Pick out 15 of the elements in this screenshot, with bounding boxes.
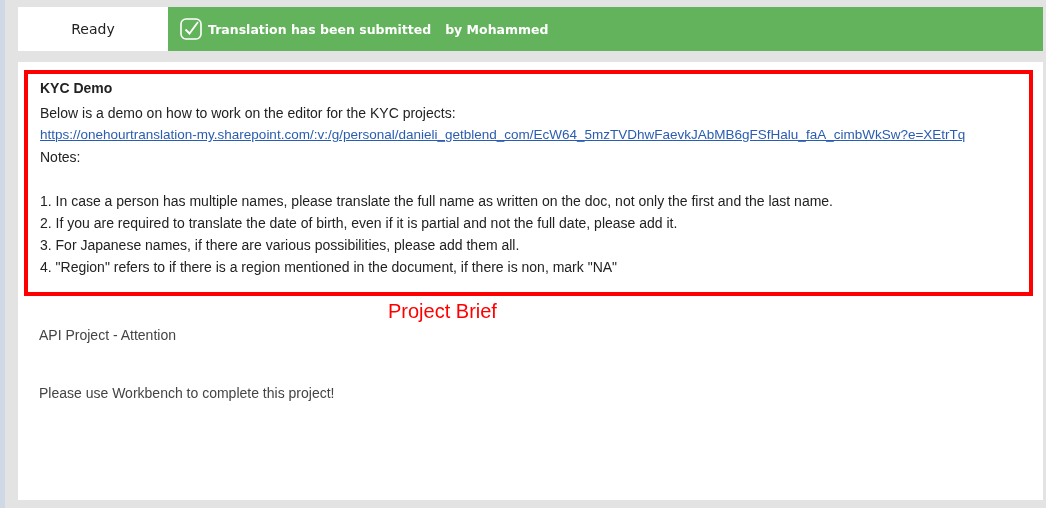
note-text: 1. In case a person has multiple names, please translate the full name as written on the doc, not only the first and the last name. <box>40 192 834 211</box>
brief-intro: Below is a demo on how to work on the editor for the KYC projects: <box>40 104 457 123</box>
project-instruction: Please use Workbench to complete this project! <box>39 385 336 401</box>
brief-title: KYC Demo <box>40 80 114 96</box>
note-text: 4. "Region" refers to if there is a region mentioned in the document, if there is non, mark "NA" <box>40 258 619 277</box>
note-text: 3. For Japanese names, if there are various possibilities, please add them all. <box>40 236 521 255</box>
project-heading: API Project - Attention <box>39 327 177 343</box>
demo-link[interactable]: https://onehourtranslation-my.sharepoint.com/:v:/g/personal/danieli_getblend_com/EcW64_5mzTVDhwFaevkJAbMB6gFSfHalu_faA_cimbWkSw?e=XEtrTq <box>40 124 1017 146</box>
note-text: 2. If you are required to translate the date of birth, even if it is partial and not the full date, please add it. <box>40 214 679 233</box>
banner-message: Translation has been submitted <box>208 21 432 37</box>
status-label: Ready <box>18 7 168 51</box>
checkbox-tick-icon <box>180 18 202 40</box>
notes-label: Notes: <box>40 148 82 167</box>
annotation-label: Project Brief <box>388 300 498 323</box>
banner-user: by Mohammed <box>445 21 549 37</box>
